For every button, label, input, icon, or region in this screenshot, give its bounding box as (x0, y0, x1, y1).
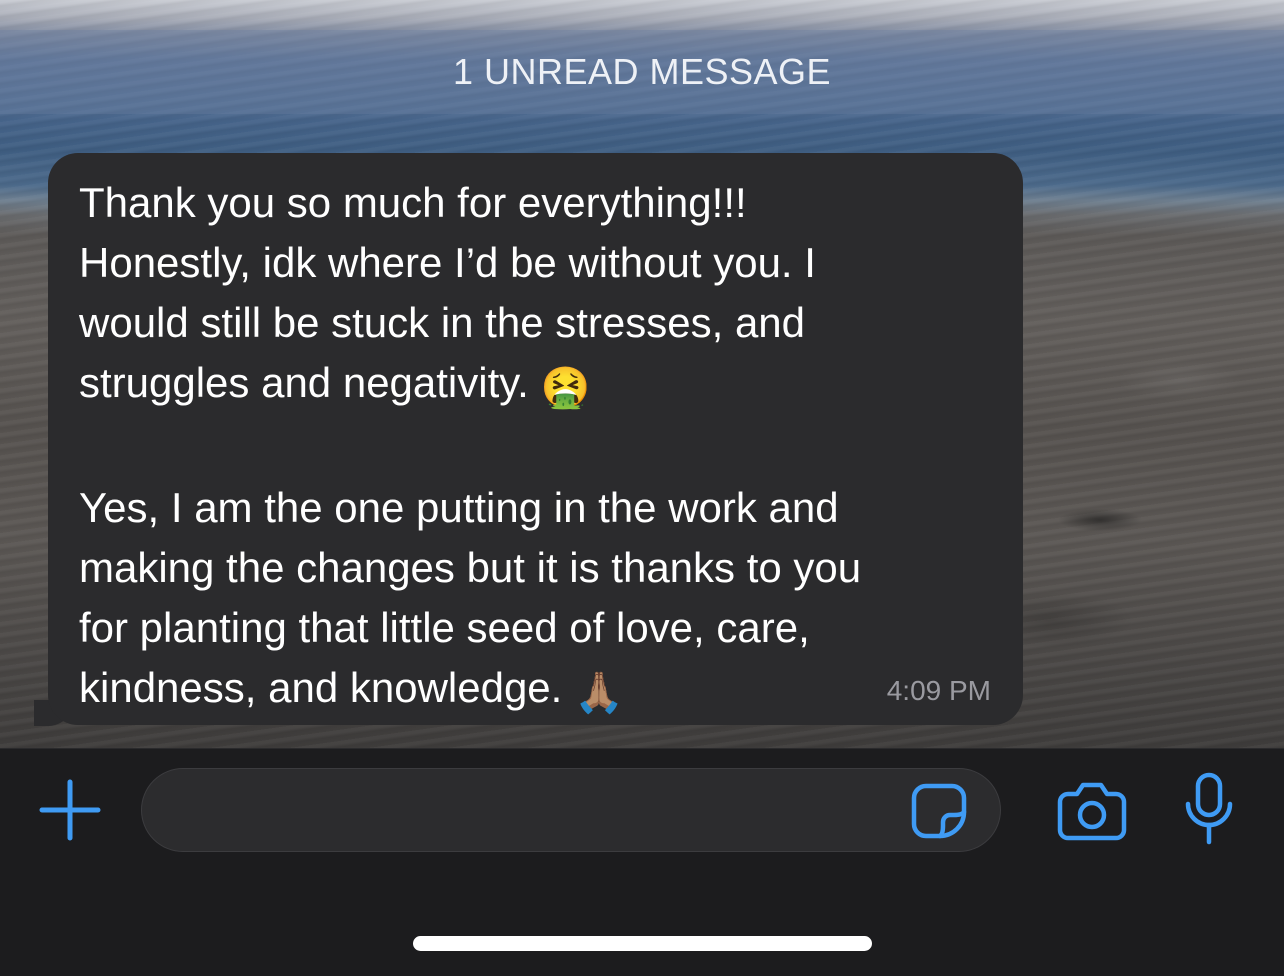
camera-button[interactable] (1056, 780, 1128, 842)
folded-hands-emoji: 🙏🏽 (574, 671, 624, 715)
voice-message-button[interactable] (1183, 772, 1235, 846)
sticker-icon (911, 783, 967, 839)
unread-messages-banner: 1 UNREAD MESSAGE (0, 30, 1284, 114)
message-text: Thank you so much for everything!!! Hone… (79, 173, 994, 723)
add-attachment-button[interactable] (38, 778, 102, 842)
message-paragraph-2: Yes, I am the one putting in the work an… (79, 484, 862, 711)
incoming-message-bubble[interactable]: Thank you so much for everything!!! Hone… (48, 153, 1023, 725)
sticker-button[interactable] (910, 782, 968, 840)
plus-icon (39, 779, 101, 841)
unread-banner-label: 1 UNREAD MESSAGE (452, 51, 832, 92)
message-input[interactable] (141, 768, 1001, 852)
message-timestamp: 4:09 PM (886, 675, 991, 706)
vomiting-face-emoji: 🤮 (540, 366, 591, 410)
home-indicator[interactable] (413, 936, 872, 951)
message-paragraph-1: Thank you so much for everything!!! Hone… (79, 179, 816, 406)
camera-icon (1057, 782, 1127, 841)
microphone-icon (1185, 772, 1233, 845)
